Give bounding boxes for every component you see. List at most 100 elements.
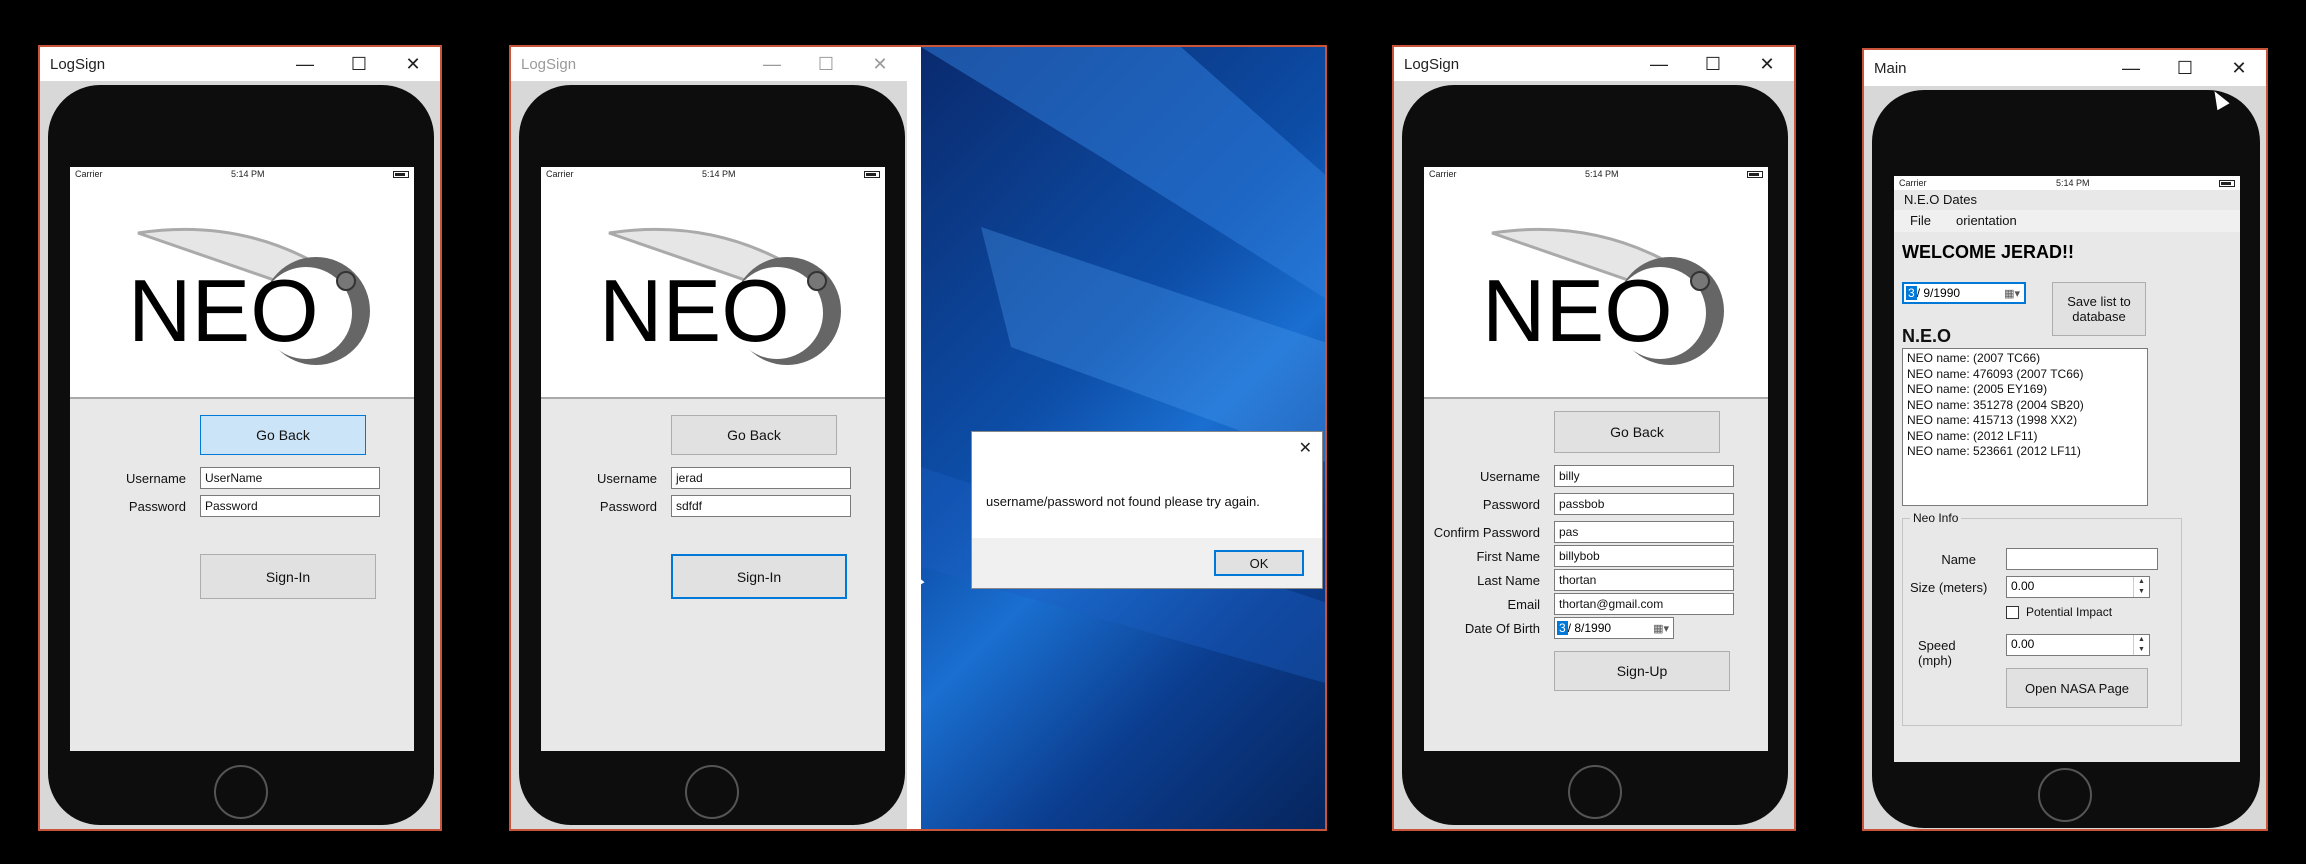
potential-impact-label: Potential Impact xyxy=(2026,605,2113,619)
list-item[interactable]: NEO name: (2005 EY169) xyxy=(1907,382,2143,398)
last-name-input[interactable]: thortan xyxy=(1554,569,1734,591)
potential-impact-checkbox[interactable] xyxy=(2006,606,2019,619)
logsign-window-1: LogSign — ☐ ✕ Carrier 5:14 PM NEO Go Bac… xyxy=(38,45,442,831)
close-icon[interactable]: ✕ xyxy=(1740,47,1794,81)
last-name-label: Last Name xyxy=(1477,573,1540,588)
password-label: Password xyxy=(128,499,186,514)
username-label: Username xyxy=(597,471,657,486)
close-icon[interactable]: ✕ xyxy=(853,47,907,81)
sign-up-button[interactable]: Sign-Up xyxy=(1554,651,1730,691)
dialog-ok-button[interactable]: OK xyxy=(1214,550,1304,576)
phone-screen: Carrier 5:14 PM NEO Go Back Username Use… xyxy=(70,167,414,751)
carrier-label: Carrier xyxy=(75,169,103,179)
sign-in-button[interactable]: Sign-In xyxy=(671,554,847,599)
maximize-icon[interactable]: ☐ xyxy=(2158,51,2212,85)
phone-frame: Carrier 5:14 PM NEO Go Back Username bil… xyxy=(1402,85,1788,825)
size-label: Size (meters) xyxy=(1910,580,1988,595)
home-button[interactable] xyxy=(214,765,268,819)
logsign-window-3: LogSign — ☐ ✕ Carrier 5:14 PM NEO Go Bac… xyxy=(1392,45,1796,831)
stepper-arrows-icon[interactable]: ▲ ▼ xyxy=(2133,635,2149,655)
email-input[interactable]: thortan@gmail.com xyxy=(1554,593,1734,615)
minimize-icon[interactable]: — xyxy=(2104,51,2158,85)
list-item[interactable]: NEO name: 351278 (2004 SB20) xyxy=(1907,398,2143,414)
list-item[interactable]: NEO name: (2007 TC66) xyxy=(1907,351,2143,367)
password-input[interactable]: passbob xyxy=(1554,493,1734,515)
menu-file[interactable]: File xyxy=(1910,213,1931,228)
stepper-arrows-icon[interactable]: ▲ ▼ xyxy=(2133,577,2149,597)
email-label: Email xyxy=(1507,597,1540,612)
size-stepper[interactable]: 0.00 ▲ ▼ xyxy=(2006,576,2150,598)
open-nasa-page-button[interactable]: Open NASA Page xyxy=(2006,668,2148,708)
close-icon[interactable]: ✕ xyxy=(386,47,440,81)
speed-stepper[interactable]: 0.00 ▲ ▼ xyxy=(2006,634,2150,656)
maximize-icon[interactable]: ☐ xyxy=(1686,47,1740,81)
status-time: 5:14 PM xyxy=(1584,169,1619,179)
battery-icon xyxy=(1746,170,1763,178)
window-body: Carrier 5:14 PM NEO Go Back Username Use… xyxy=(40,81,440,829)
date-of-birth-picker[interactable]: 3 / 8/1990 ▦▾ xyxy=(1554,617,1674,639)
minimize-icon[interactable]: — xyxy=(1632,47,1686,81)
phone-frame: Carrier 5:14 PM NEO Go Back Username Use… xyxy=(48,85,434,825)
welcome-heading: WELCOME JERAD!! xyxy=(1902,242,2074,262)
username-input[interactable]: billy xyxy=(1554,465,1734,487)
date-picker[interactable]: 3 / 9/1990 ▦▾ xyxy=(1902,282,2026,304)
sign-in-button[interactable]: Sign-In xyxy=(200,554,376,599)
password-label: Password xyxy=(599,499,657,514)
carrier-label: Carrier xyxy=(546,169,574,179)
minimize-icon[interactable]: — xyxy=(745,47,799,81)
go-back-button[interactable]: Go Back xyxy=(1554,411,1720,453)
password-input[interactable]: Password xyxy=(200,495,380,517)
neo-logo-graphic: NEO xyxy=(599,227,841,365)
date-of-birth-label: Date Of Birth xyxy=(1464,621,1540,636)
form-title: N.E.O Dates xyxy=(1904,192,1977,207)
size-value: 0.00 xyxy=(2011,579,2035,593)
close-icon[interactable]: ✕ xyxy=(2212,51,2266,85)
logo-text: NEO xyxy=(599,261,790,360)
menu-orientation[interactable]: orientation xyxy=(1956,213,2017,228)
status-bar: Carrier 5:14 PM xyxy=(541,167,885,181)
list-item[interactable]: NEO name: 476093 (2007 TC66) xyxy=(1907,367,2143,383)
window-title: LogSign xyxy=(1404,55,1460,73)
main-window: Main — ☐ ✕ Carrier 5:14 PM N.E.O Dates F… xyxy=(1862,48,2268,831)
list-item[interactable]: NEO name: 415713 (1998 XX2) xyxy=(1907,413,2143,429)
neo-listbox[interactable]: NEO name: (2007 TC66) NEO name: 476093 (… xyxy=(1902,348,2148,506)
home-button[interactable] xyxy=(1568,765,1622,819)
title-bar[interactable]: LogSign — ☐ ✕ xyxy=(40,47,440,81)
first-name-input[interactable]: billybob xyxy=(1554,545,1734,567)
status-time: 5:14 PM xyxy=(230,169,265,179)
home-button[interactable] xyxy=(685,765,739,819)
battery-icon xyxy=(392,170,409,178)
dialog-close-icon[interactable]: ✕ xyxy=(1299,438,1312,458)
calendar-dropdown-icon[interactable]: ▦▾ xyxy=(2004,287,2020,300)
title-bar[interactable]: LogSign — ☐ ✕ xyxy=(511,47,907,81)
home-button[interactable] xyxy=(2038,768,2092,822)
first-name-label: First Name xyxy=(1476,549,1540,564)
window-title: Main xyxy=(1874,59,1907,77)
title-bar[interactable]: Main — ☐ ✕ xyxy=(1864,50,2266,86)
calendar-dropdown-icon[interactable]: ▦▾ xyxy=(1653,622,1669,635)
date-month: 3 xyxy=(1906,286,1917,300)
maximize-icon[interactable]: ☐ xyxy=(332,47,386,81)
dialog-message: username/password not found please try a… xyxy=(986,494,1260,509)
username-input[interactable]: jerad xyxy=(671,467,851,489)
menu-bar: File orientation xyxy=(1894,210,2240,232)
maximize-icon[interactable]: ☐ xyxy=(799,47,853,81)
save-to-database-button[interactable]: Save list to database xyxy=(2052,282,2146,336)
status-bar: Carrier 5:14 PM xyxy=(70,167,414,181)
logsign-window-2: LogSign — ☐ ✕ Carrier 5:14 PM NEO Go Bac… xyxy=(509,45,1327,831)
go-back-button[interactable]: Go Back xyxy=(200,415,366,455)
go-back-button[interactable]: Go Back xyxy=(671,415,837,455)
phone-frame: Carrier 5:14 PM NEO Go Back Username jer… xyxy=(519,85,905,825)
logo-text: NEO xyxy=(128,261,319,360)
minimize-icon[interactable]: — xyxy=(278,47,332,81)
status-bar: Carrier 5:14 PM xyxy=(1894,176,2240,190)
title-bar[interactable]: LogSign — ☐ ✕ xyxy=(1394,47,1794,81)
carrier-label: Carrier xyxy=(1899,178,1927,188)
confirm-password-input[interactable]: pas xyxy=(1554,521,1734,543)
list-item[interactable]: NEO name: 523661 (2012 LF11) xyxy=(1907,444,2143,460)
username-input[interactable]: UserName xyxy=(200,467,380,489)
password-input[interactable]: sdfdf xyxy=(671,495,851,517)
password-label: Password xyxy=(1482,497,1540,512)
name-input[interactable] xyxy=(2006,548,2158,570)
list-item[interactable]: NEO name: (2012 LF11) xyxy=(1907,429,2143,445)
